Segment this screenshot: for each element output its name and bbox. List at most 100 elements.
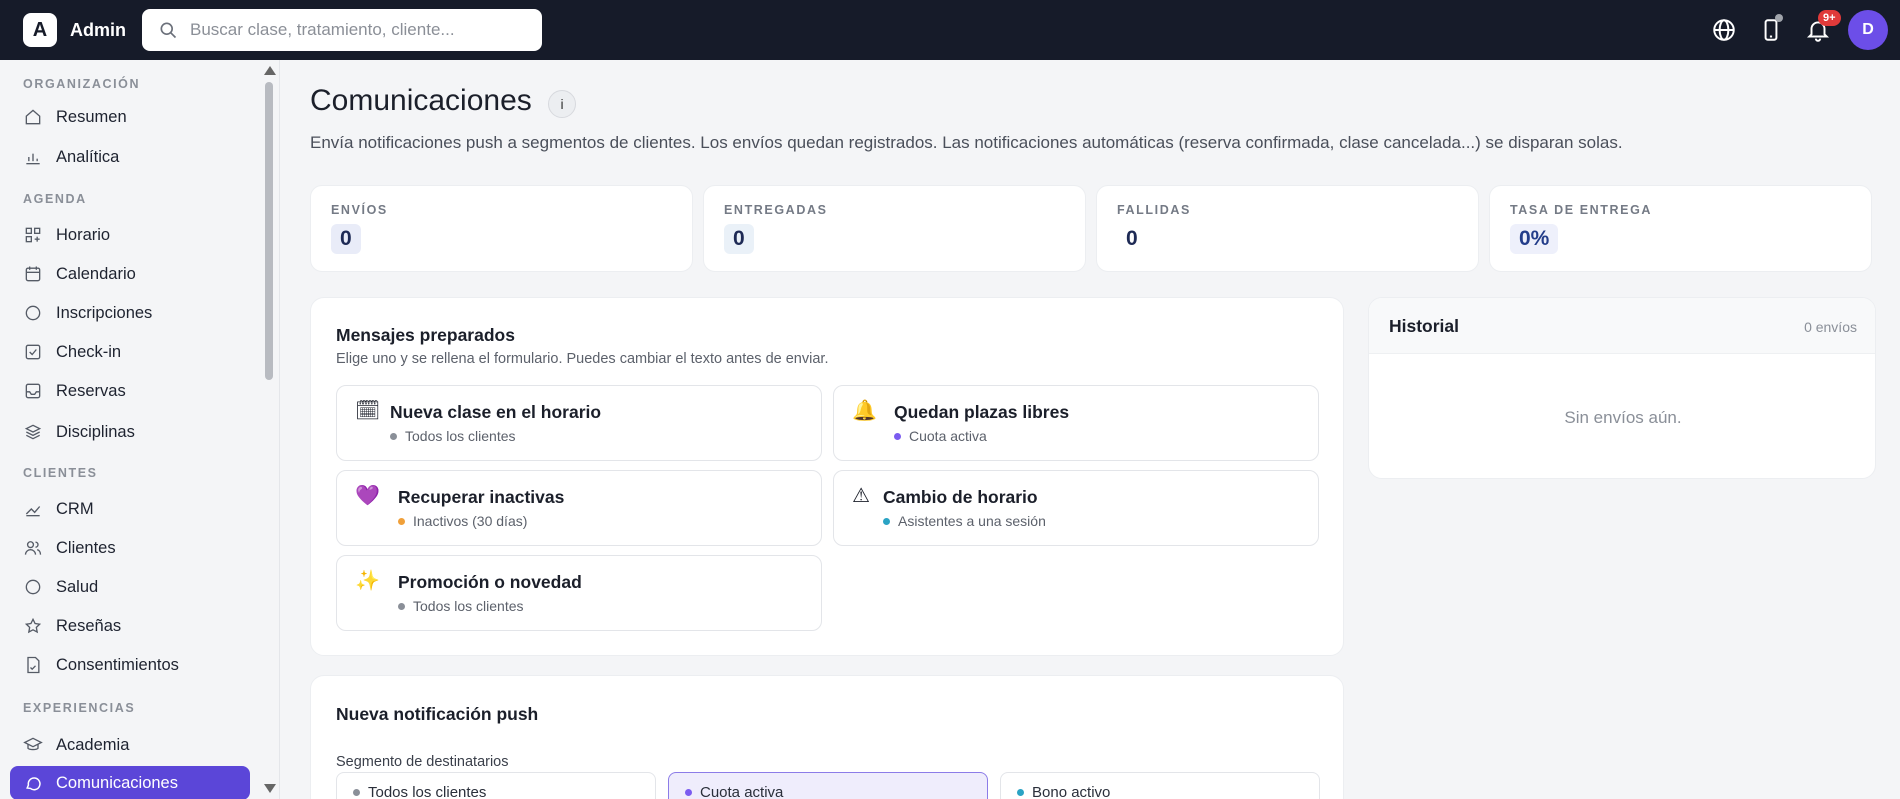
sidebar-item-label: Horario (56, 225, 111, 244)
page-subtitle: Envía notificaciones push a segmentos de… (310, 133, 1623, 152)
template-recuperar-inactivas[interactable]: 💜 Recuperar inactivas Inactivos (30 días… (336, 470, 822, 546)
sidebar-item-horario[interactable]: Horario (10, 218, 250, 252)
sidebar-item-label: Consentimientos (56, 655, 179, 674)
search-box[interactable] (142, 9, 542, 51)
sidebar-item-label: Reservas (56, 381, 126, 400)
info-button[interactable]: i (548, 90, 576, 118)
page-title: Comunicaciones (310, 84, 532, 117)
templates-title: Mensajes preparados (336, 325, 515, 345)
star-icon (24, 617, 42, 634)
stat-value: 0 (724, 224, 754, 254)
sidebar-item-calendario[interactable]: Calendario (10, 257, 250, 291)
sidebar-item-resenas[interactable]: Reseñas (10, 609, 250, 643)
template-plazas-libres[interactable]: 🔔 Quedan plazas libres Cuota activa (833, 385, 1319, 461)
stat-label: TASA DE ENTREGA (1510, 203, 1653, 217)
app-name: Admin (70, 19, 126, 40)
template-segment-label: Inactivos (30 días) (413, 513, 528, 529)
scroll-thumb[interactable] (265, 82, 273, 380)
template-nueva-clase[interactable]: 🗓 Nueva clase en el horario Todos los cl… (336, 385, 822, 461)
sidebar-item-inscripciones[interactable]: Inscripciones (10, 296, 250, 330)
history-count: 0 envíos (1804, 319, 1857, 335)
globe-icon (1713, 19, 1735, 41)
sidebar-section-clientes: CLIENTES (23, 466, 98, 480)
sidebar-item-label: Check-in (56, 342, 122, 361)
brand[interactable]: A Admin (23, 13, 126, 47)
segment-dot (398, 517, 405, 525)
stat-card-entregadas: ENTREGADAS 0 (703, 185, 1086, 272)
scroll-up-arrow[interactable] (264, 66, 276, 75)
home-icon (25, 109, 41, 125)
sidebar-item-disciplinas[interactable]: Disciplinas (10, 415, 250, 449)
template-segment: Asistentes a una sesión (883, 513, 1046, 529)
templates-subtitle: Elige uno y se rellena el formulario. Pu… (336, 351, 829, 367)
circle-icon (25, 579, 41, 595)
notifications-badge: 9+ (1818, 10, 1841, 26)
sidebar-section-agenda: AGENDA (23, 192, 87, 206)
segment-option-label: Todos los clientes (368, 783, 487, 799)
push-form-title: Nueva notificación push (336, 704, 539, 724)
template-title: Promoción o novedad (398, 572, 582, 592)
segment-option-label: Bono activo (1032, 783, 1111, 799)
stat-card-envios: ENVÍOS 0 (310, 185, 693, 272)
layers-icon (24, 424, 42, 440)
sidebar-section-experiencias: EXPERIENCIAS (23, 701, 136, 715)
chat-bubble-icon (26, 777, 41, 791)
sidebar-item-reservas[interactable]: Reservas (10, 374, 250, 408)
template-cambio-horario[interactable]: ⚠ Cambio de horario Asistentes a una ses… (833, 470, 1319, 546)
sidebar-scrollbar[interactable] (262, 60, 276, 799)
segment-dot (398, 602, 405, 610)
sidebar-section-organizacion: ORGANIZACIÓN (23, 77, 141, 91)
sidebar-item-crm[interactable]: CRM (10, 492, 250, 526)
calendar-icon (25, 266, 41, 282)
sidebar-item-comunicaciones[interactable]: Comunicaciones (10, 766, 250, 799)
stat-value: 0% (1510, 224, 1559, 254)
sidebar-item-check-in[interactable]: Check-in (10, 335, 250, 369)
sidebar-item-label: Resumen (56, 107, 127, 126)
sidebar-item-analitica[interactable]: Analítica (10, 140, 250, 174)
notifications-button[interactable]: 9+ (1804, 10, 1841, 44)
new-push-card: Nueva notificación push Segmento de dest… (310, 675, 1344, 799)
template-title: Quedan plazas libres (894, 402, 1070, 422)
template-promocion[interactable]: ✨ Promoción o novedad Todos los clientes (336, 555, 822, 631)
segment-option-cuota-activa[interactable]: Cuota activa (668, 772, 988, 799)
trend-icon (25, 506, 41, 517)
scroll-down-arrow[interactable] (264, 784, 276, 793)
search-input[interactable] (190, 20, 530, 40)
stat-value: 0 (1126, 227, 1138, 250)
status-dot (1775, 14, 1783, 22)
mobile-preview-button[interactable] (1757, 14, 1785, 44)
sidebar-item-salud[interactable]: Salud (10, 570, 250, 604)
history-header: Historial 0 envíos (1369, 298, 1875, 354)
sidebar-item-consentimientos[interactable]: Consentimientos (10, 648, 250, 682)
stat-label: ENTREGADAS (724, 203, 828, 217)
calendar-emoji-icon: 🗓 (355, 400, 381, 422)
inbox-icon (25, 383, 41, 399)
bell-emoji-icon: 🔔 (852, 400, 877, 422)
sidebar-item-label: Inscripciones (56, 303, 153, 322)
sidebar-item-label: Reseñas (56, 616, 122, 635)
sparkles-icon: ✨ (355, 570, 380, 592)
templates-card: Mensajes preparados Elige uno y se relle… (310, 297, 1344, 656)
users-icon (24, 541, 42, 555)
segment-dot (894, 432, 901, 440)
sidebar-item-resumen[interactable]: Resumen (10, 100, 250, 134)
segment-option-bono-activo[interactable]: Bono activo (1000, 772, 1320, 799)
bar-chart-icon (26, 153, 40, 165)
purple-heart-icon: 💜 (355, 485, 380, 507)
segment-option-todos[interactable]: Todos los clientes (336, 772, 656, 799)
sidebar-item-label: CRM (56, 499, 94, 518)
template-segment-label: Todos los clientes (413, 598, 524, 614)
top-bar: A Admin 9+ D (0, 0, 1900, 60)
language-button[interactable] (1710, 16, 1738, 44)
check-square-icon (25, 344, 41, 360)
segment-dot (685, 788, 692, 796)
sidebar-item-academia[interactable]: Academia (10, 728, 250, 762)
template-title: Nueva clase en el horario (390, 402, 602, 422)
sidebar-item-clientes[interactable]: Clientes (10, 531, 250, 565)
template-segment: Cuota activa (894, 428, 987, 444)
template-title: Recuperar inactivas (398, 487, 565, 507)
template-segment-label: Cuota activa (909, 428, 987, 444)
avatar[interactable]: D (1848, 10, 1888, 50)
history-card: Historial 0 envíos Sin envíos aún. (1368, 297, 1876, 479)
template-segment: Todos los clientes (398, 598, 524, 614)
